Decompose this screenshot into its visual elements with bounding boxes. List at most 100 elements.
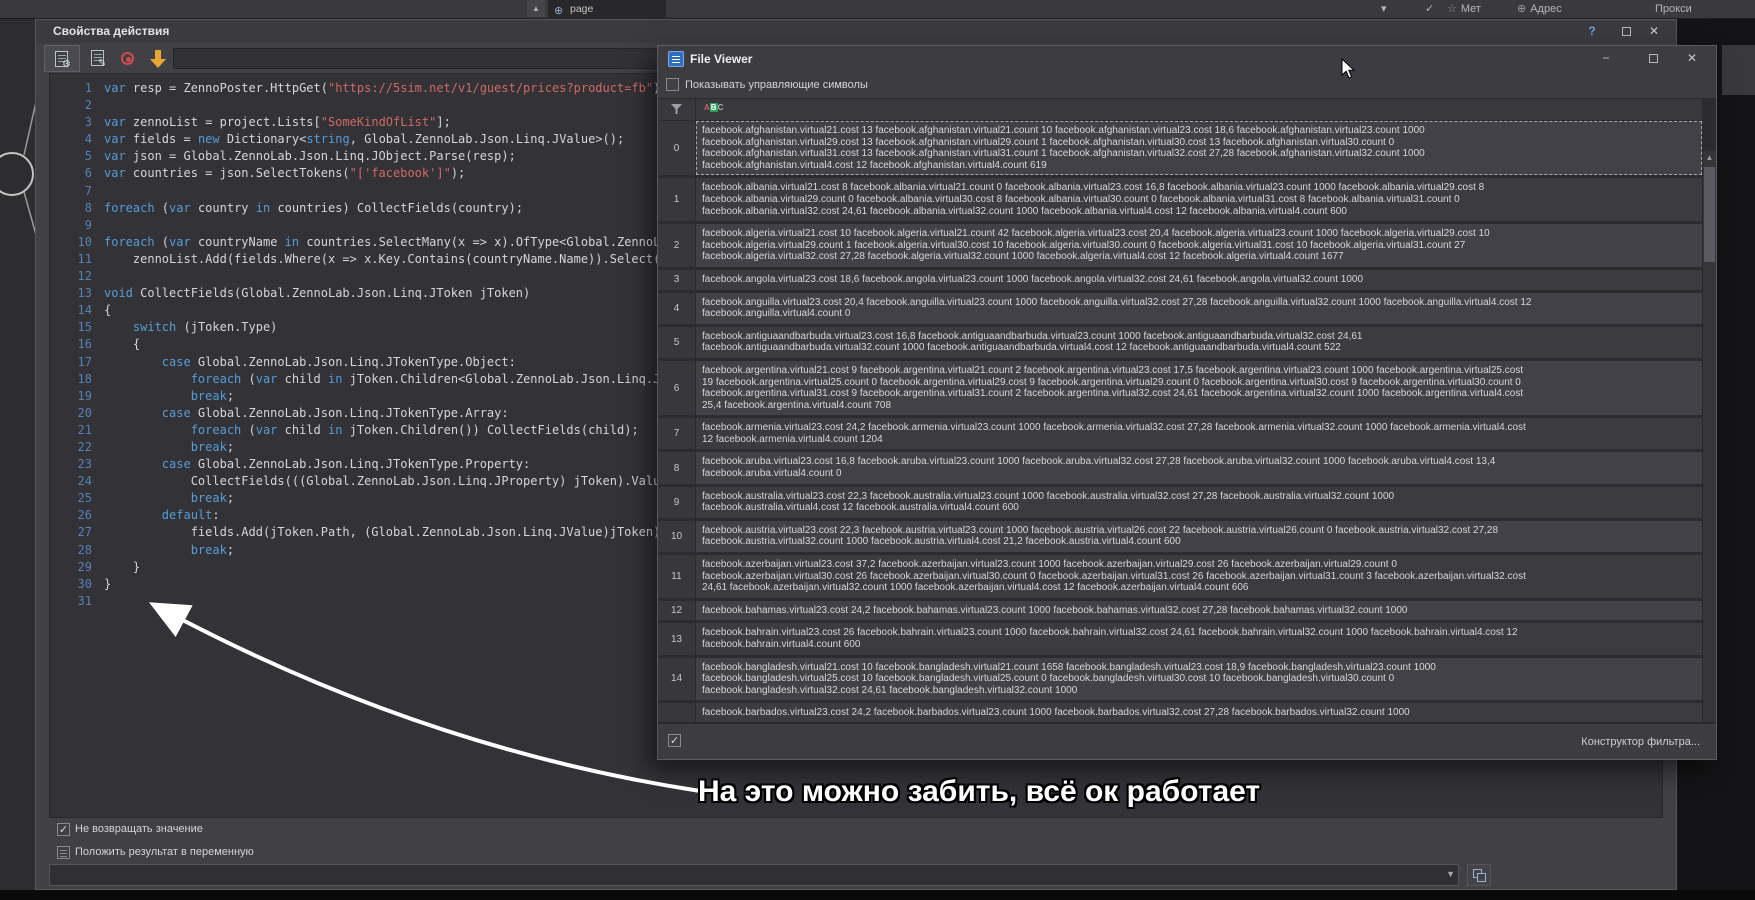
fileviewer-row[interactable]: 2facebook.algeria.virtual21.cost 10 face…	[658, 224, 1702, 267]
project-canvas	[0, 19, 35, 890]
copy-result-button[interactable]	[1467, 864, 1491, 886]
toolbar-item-met[interactable]: ☆Мет	[1447, 1, 1481, 18]
scroll-up-icon[interactable]: ▲	[1703, 151, 1716, 165]
line-number: 16	[50, 337, 104, 354]
row-index: 12	[658, 601, 696, 621]
row-value-cell[interactable]: facebook.argentina.virtual21.cost 9 face…	[696, 361, 1702, 415]
fv-maximize-button[interactable]	[1649, 54, 1658, 63]
screen-edge	[0, 890, 1755, 900]
row-value-cell[interactable]: facebook.aruba.virtual23.cost 16,8 faceb…	[696, 452, 1702, 483]
row-value-cell[interactable]: facebook.anguilla.virtual23.cost 20,4 fa…	[696, 293, 1702, 324]
row-index: 2	[658, 224, 696, 267]
line-number: 20	[50, 406, 104, 423]
file-viewer-title: File Viewer	[690, 52, 752, 66]
row-value-cell[interactable]: facebook.angola.virtual23.cost 18,6 face…	[696, 270, 1702, 290]
row-index: 6	[658, 361, 696, 415]
background-top-strip: ▲ ⊕page ▾ ✓ ☆Мет ⊕Адрес Прокси	[0, 0, 1755, 19]
fileviewer-row[interactable]: 9facebook.australia.virtual23.cost 22,3 …	[658, 487, 1702, 518]
line-number: 15	[50, 320, 104, 337]
flow-node-graphic	[0, 19, 35, 890]
line-number: 4	[50, 132, 104, 149]
combobox-caret-icon[interactable]: ▼	[1446, 869, 1455, 879]
run-down-button[interactable]	[140, 45, 176, 72]
line-number: 25	[50, 491, 104, 508]
line-number: 17	[50, 355, 104, 372]
fileviewer-row[interactable]: 7facebook.armenia.virtual23.cost 24,2 fa…	[658, 418, 1702, 449]
text-filter-icon[interactable]: ABC	[704, 103, 723, 112]
row-index	[658, 703, 696, 723]
row-value-cell[interactable]: facebook.afghanistan.virtual21.cost 13 f…	[696, 121, 1702, 175]
line-number: 13	[50, 286, 104, 303]
dialog-titlebar[interactable]: Свойства действия ? ✕	[36, 20, 1676, 43]
line-number: 28	[50, 543, 104, 560]
row-value-cell[interactable]: facebook.austria.virtual23.cost 22,3 fac…	[696, 521, 1702, 552]
line-number: 21	[50, 423, 104, 440]
toolbar-item-address[interactable]: ⊕Адрес	[1517, 1, 1562, 18]
row-index: 8	[658, 452, 696, 483]
row-index: 4	[658, 293, 696, 324]
put-result-icon[interactable]	[57, 846, 70, 859]
fileviewer-row[interactable]: 5facebook.antiguaandbarbuda.virtual23.co…	[658, 327, 1702, 358]
dropdown-caret-icon[interactable]: ▾	[1381, 1, 1387, 18]
fv-close-button[interactable]: ✕	[1680, 50, 1704, 67]
fileviewer-row[interactable]: 6facebook.argentina.virtual21.cost 9 fac…	[658, 361, 1702, 415]
fileviewer-row[interactable]: 4facebook.anguilla.virtual23.cost 20,4 f…	[658, 293, 1702, 324]
fileviewer-row[interactable]: 11facebook.azerbaijan.virtual23.cost 37,…	[658, 555, 1702, 598]
fileviewer-row[interactable]: 10facebook.austria.virtual23.cost 22,3 f…	[658, 521, 1702, 552]
line-number: 14	[50, 303, 104, 320]
background-tab-page[interactable]: ⊕page	[548, 0, 666, 19]
code-settings-button[interactable]: ⚙	[44, 45, 80, 72]
fileviewer-row[interactable]: 1facebook.albania.virtual21.cost 8 faceb…	[658, 178, 1702, 221]
row-value-cell[interactable]: facebook.albania.virtual21.cost 8 facebo…	[696, 178, 1702, 221]
show-control-chars-checkbox[interactable]	[666, 78, 679, 91]
variable-combobox[interactable]: ▼	[49, 864, 1459, 886]
grid-vertical-scrollbar[interactable]: ▲ ▼	[1702, 151, 1716, 723]
fileviewer-row[interactable]: 13facebook.bahrain.virtual23.cost 26 fac…	[658, 623, 1702, 654]
down-arrow-icon	[149, 49, 167, 69]
fileviewer-row[interactable]: 12facebook.bahamas.virtual23.cost 24,2 f…	[658, 601, 1702, 621]
filter-cell[interactable]	[658, 99, 696, 120]
row-index: 10	[658, 521, 696, 552]
line-number: 1	[50, 81, 104, 98]
file-viewer-icon	[668, 51, 684, 67]
no-return-checkbox[interactable]: ✓	[57, 823, 70, 836]
check-icon[interactable]: ✓	[1425, 1, 1434, 18]
line-number: 31	[50, 594, 104, 611]
filter-builder-link[interactable]: Конструктор фильтра...	[1581, 736, 1700, 748]
line-number: 22	[50, 440, 104, 457]
row-value-cell[interactable]: facebook.australia.virtual23.cost 22,3 f…	[696, 487, 1702, 518]
maximize-button[interactable]	[1622, 27, 1631, 36]
gear-icon: ⚙	[62, 59, 71, 70]
close-button[interactable]: ✕	[1642, 23, 1666, 40]
row-value-cell[interactable]: facebook.bahrain.virtual23.cost 26 faceb…	[696, 623, 1702, 654]
fileviewer-row[interactable]: 0facebook.afghanistan.virtual21.cost 13 …	[658, 121, 1702, 175]
line-number: 23	[50, 457, 104, 474]
row-value-cell[interactable]: facebook.azerbaijan.virtual23.cost 37,2 …	[696, 555, 1702, 598]
row-value-cell[interactable]: facebook.bahamas.virtual23.cost 24,2 fac…	[696, 601, 1702, 621]
row-index: 7	[658, 418, 696, 449]
show-control-chars-label: Показывать управляющие символы	[685, 79, 868, 91]
fileviewer-row[interactable]: 3facebook.angola.virtual23.cost 18,6 fac…	[658, 270, 1702, 290]
scroll-up-button[interactable]: ▲	[527, 0, 545, 17]
line-number: 29	[50, 560, 104, 577]
toolbar-item-proxy[interactable]: Прокси	[1655, 1, 1692, 18]
row-value-cell[interactable]: facebook.bangladesh.virtual21.cost 10 fa…	[696, 658, 1702, 701]
help-button[interactable]: ?	[1580, 23, 1604, 40]
row-value-cell[interactable]: facebook.antiguaandbarbuda.virtual23.cos…	[696, 327, 1702, 358]
scrollbar-thumb[interactable]	[1704, 167, 1715, 262]
row-value-cell[interactable]: facebook.algeria.virtual21.cost 10 faceb…	[696, 224, 1702, 267]
row-value-cell[interactable]: facebook.armenia.virtual23.cost 24,2 fac…	[696, 418, 1702, 449]
grid-filter-row[interactable]: ABC	[658, 99, 1702, 121]
row-index: 3	[658, 270, 696, 290]
grid-rows-viewport: 0facebook.afghanistan.virtual21.cost 13 …	[658, 121, 1702, 723]
fv-minimize-button[interactable]: −	[1594, 50, 1618, 67]
row-value-cell[interactable]: facebook.barbados.virtual23.cost 24,2 fa…	[696, 703, 1702, 723]
fileviewer-row[interactable]: 8facebook.aruba.virtual23.cost 16,8 face…	[658, 452, 1702, 483]
fileviewer-row[interactable]: facebook.barbados.virtual23.cost 24,2 fa…	[658, 703, 1702, 723]
fileviewer-row[interactable]: 14facebook.bangladesh.virtual21.cost 10 …	[658, 658, 1702, 701]
row-index: 9	[658, 487, 696, 518]
file-viewer-titlebar[interactable]: File Viewer − ✕	[658, 46, 1716, 72]
line-number: 26	[50, 508, 104, 525]
fv-bottom-checkbox[interactable]: ✓	[668, 734, 681, 747]
funnel-icon	[670, 103, 684, 116]
